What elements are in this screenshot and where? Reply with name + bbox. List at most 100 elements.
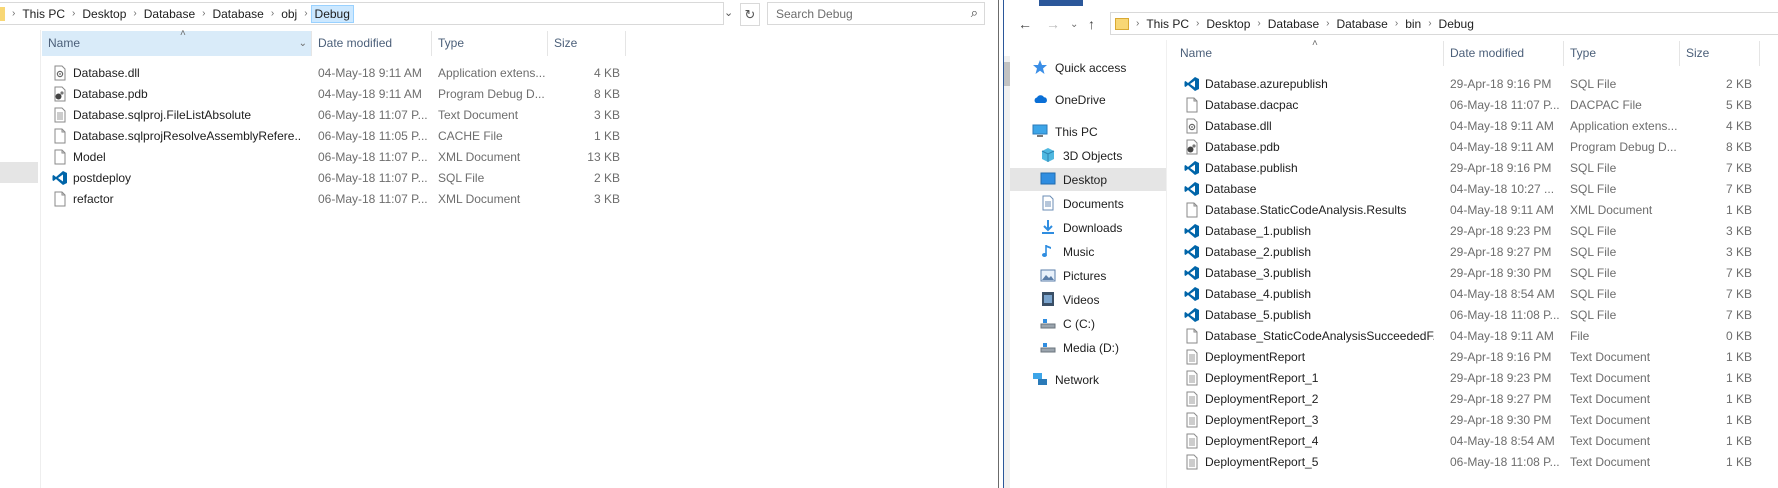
file-row[interactable]: DeploymentReport 29-Apr-18 9:16 PM Text Do… (1174, 347, 1778, 368)
file-row[interactable]: Database_StaticCodeAnalysisSucceededF...… (1174, 326, 1778, 347)
column-header-name[interactable]: Name ˄ ⌄ (42, 28, 312, 56)
recent-locations-icon[interactable]: ⌄ (1070, 19, 1078, 30)
file-row[interactable]: Model 06-May-18 11:07 P... XML Document 13 … (42, 147, 632, 168)
file-name-cell[interactable]: Database.publish (1184, 158, 1434, 179)
nav-item-onedrive[interactable]: OneDrive (1010, 88, 1166, 111)
file-row[interactable]: Database.dacpac 06-May-18 11:07 P... DACPA… (1174, 95, 1778, 116)
file-name-cell[interactable]: Database.pdb (1184, 137, 1434, 158)
breadcrumb-item[interactable]: Database (1332, 17, 1391, 31)
file-name-cell[interactable]: Database.azurepublish (1184, 74, 1434, 95)
nav-item-pictures[interactable]: Pictures (1010, 264, 1166, 287)
column-header-size[interactable]: Size (548, 31, 626, 56)
column-header-date[interactable]: Date modified (1444, 41, 1564, 66)
file-row[interactable]: Database_5.publish 06-May-18 11:08 P... SQ… (1174, 305, 1778, 326)
file-name-cell[interactable]: Database_5.publish (1184, 305, 1434, 326)
nav-item-documents[interactable]: Documents (1010, 192, 1166, 215)
file-name-cell[interactable]: Database.dll (1184, 116, 1434, 137)
nav-item-3d-objects[interactable]: 3D Objects (1010, 144, 1166, 167)
file-name-cell[interactable]: Database_3.publish (1184, 263, 1434, 284)
chevron-down-icon[interactable]: ⌄ (299, 31, 307, 56)
breadcrumb-item[interactable]: Database (140, 7, 199, 21)
file-name-cell[interactable]: postdeploy (52, 168, 302, 189)
file-row[interactable]: DeploymentReport_2 29-Apr-18 9:27 PM Text … (1174, 389, 1778, 410)
file-row[interactable]: postdeploy 06-May-18 11:07 P... SQL File 2 … (42, 168, 632, 189)
nav-item-desktop[interactable]: Desktop (1010, 168, 1166, 191)
file-row[interactable]: DeploymentReport_3 29-Apr-18 9:30 PM Text … (1174, 410, 1778, 431)
file-name-cell[interactable]: Database.sqlprojResolveAssemblyRefere... (52, 126, 302, 147)
breadcrumb-item-current[interactable]: Debug (1435, 17, 1478, 31)
file-row[interactable]: Database.pdb 04-May-18 9:11 AM Program Deb… (42, 84, 632, 105)
file-name-cell[interactable]: Database_1.publish (1184, 221, 1434, 242)
nav-item-network[interactable]: Network (1010, 368, 1166, 391)
file-name-cell[interactable]: Database_StaticCodeAnalysisSucceededF... (1184, 326, 1434, 347)
breadcrumb-item[interactable]: bin (1401, 17, 1425, 31)
nav-item-videos[interactable]: Videos (1010, 288, 1166, 311)
file-name-cell[interactable]: Database_2.publish (1184, 242, 1434, 263)
file-row[interactable]: Database.StaticCodeAnalysis.Results 04-Ma… (1174, 200, 1778, 221)
refresh-icon[interactable]: ↻ (740, 3, 760, 26)
file-row[interactable]: Database 04-May-18 10:27 ... SQL File 7 KB (1174, 179, 1778, 200)
file-row[interactable]: Database.sqlprojResolveAssemblyRefere...… (42, 126, 632, 147)
file-row[interactable]: Database_4.publish 04-May-18 8:54 AM SQL F… (1174, 284, 1778, 305)
file-row[interactable]: Database.dll 04-May-18 9:11 AM Application… (42, 63, 632, 84)
column-header-type[interactable]: Type (432, 31, 548, 56)
file-name-cell[interactable]: Database_4.publish (1184, 284, 1434, 305)
file-row[interactable]: Database_1.publish 29-Apr-18 9:23 PM SQL F… (1174, 221, 1778, 242)
address-bar[interactable]: › This PC › Desktop › Database › Databas… (0, 2, 724, 25)
nav-item-this-pc[interactable]: This PC (1010, 120, 1166, 143)
file-name-cell[interactable]: Database.sqlproj.FileListAbsolute (52, 105, 302, 126)
nav-selected-stub[interactable] (0, 162, 38, 183)
nav-pane-divider[interactable] (1166, 40, 1167, 488)
file-name-cell[interactable]: Database.pdb (52, 84, 302, 105)
nav-item-c-c[interactable]: C (C:) (1010, 312, 1166, 335)
address-dropdown-icon[interactable]: ⌄ (724, 6, 733, 19)
up-arrow-icon[interactable]: ↑ (1088, 16, 1095, 32)
file-row[interactable]: Database.publish 29-Apr-18 9:16 PM SQL Fil… (1174, 158, 1778, 179)
file-row[interactable]: Database.azurepublish 29-Apr-18 9:16 PM SQ… (1174, 74, 1778, 95)
nav-item-downloads[interactable]: Downloads (1010, 216, 1166, 239)
file-name-cell[interactable]: DeploymentReport (1184, 347, 1434, 368)
nav-item-music[interactable]: Music (1010, 240, 1166, 263)
breadcrumb-item[interactable]: Database (208, 7, 267, 21)
file-name-cell[interactable]: DeploymentReport_4 (1184, 431, 1434, 452)
address-bar[interactable]: › This PC › Desktop › Database › Databas… (1110, 12, 1778, 35)
column-header-size[interactable]: Size (1680, 41, 1760, 66)
file-row[interactable]: DeploymentReport_5 06-May-18 11:08 P... Te… (1174, 452, 1778, 473)
breadcrumb-item[interactable]: This PC (18, 7, 69, 21)
file-row[interactable]: DeploymentReport_1 29-Apr-18 9:23 PM Text … (1174, 368, 1778, 389)
file-row[interactable]: Database.sqlproj.FileListAbsolute 06-May-… (42, 105, 632, 126)
nav-item-media-d[interactable]: Media (D:) (1010, 336, 1166, 359)
search-icon[interactable]: ⌕ (971, 5, 978, 21)
file-row[interactable]: Database_3.publish 29-Apr-18 9:30 PM SQL F… (1174, 263, 1778, 284)
file-row[interactable]: Database.dll 04-May-18 9:11 AM Application… (1174, 116, 1778, 137)
forward-arrow-icon[interactable]: → (1046, 16, 1060, 32)
file-row[interactable]: refactor 06-May-18 11:07 P... XML Document… (42, 189, 632, 210)
breadcrumb-item[interactable]: Desktop (78, 7, 130, 21)
column-header-type[interactable]: Type (1564, 41, 1680, 66)
file-name-cell[interactable]: Database (1184, 179, 1434, 200)
file-row[interactable]: Database.pdb 04-May-18 9:11 AM Program Deb… (1174, 137, 1778, 158)
file-name-cell[interactable]: Model (52, 147, 302, 168)
column-header-name[interactable]: Name ˄ (1174, 38, 1444, 66)
file-name-cell[interactable]: DeploymentReport_1 (1184, 368, 1434, 389)
file-row[interactable]: Database_2.publish 29-Apr-18 9:27 PM SQL F… (1174, 242, 1778, 263)
breadcrumb-item-current[interactable]: Debug (310, 4, 354, 23)
column-header-date[interactable]: Date modified (312, 31, 432, 56)
file-name-cell[interactable]: Database.StaticCodeAnalysis.Results (1184, 200, 1434, 221)
file-name-cell[interactable]: Database.dacpac (1184, 95, 1434, 116)
file-name-cell[interactable]: refactor (52, 189, 302, 210)
file-name: DeploymentReport (1205, 350, 1306, 364)
breadcrumb-item[interactable]: Database (1264, 17, 1323, 31)
file-name-cell[interactable]: DeploymentReport_2 (1184, 389, 1434, 410)
breadcrumb-item[interactable]: This PC (1142, 17, 1193, 31)
search-input[interactable]: Search Debug ⌕ (767, 2, 985, 25)
file-name-cell[interactable]: Database.dll (52, 63, 302, 84)
breadcrumb-item[interactable]: Desktop (1202, 17, 1254, 31)
breadcrumb-item[interactable]: obj (277, 7, 301, 21)
file-name-cell[interactable]: DeploymentReport_3 (1184, 410, 1434, 431)
back-arrow-icon[interactable]: ← (1018, 16, 1032, 32)
file-date: 06-May-18 11:07 P... (318, 192, 428, 206)
nav-item-quick-access[interactable]: Quick access (1010, 56, 1166, 79)
file-name-cell[interactable]: DeploymentReport_5 (1184, 452, 1434, 473)
file-row[interactable]: DeploymentReport_4 04-May-18 8:54 AM Text … (1174, 431, 1778, 452)
